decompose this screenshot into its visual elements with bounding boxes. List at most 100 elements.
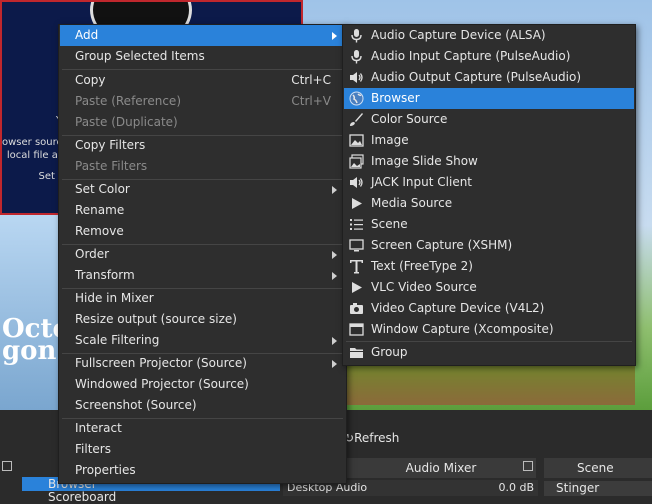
menu-item-label: Properties: [75, 463, 136, 477]
menu-item-interact[interactable]: Interact: [60, 418, 345, 439]
menu-item-label: Filters: [75, 442, 111, 456]
menu-item-filters[interactable]: Filters: [60, 439, 345, 460]
submenu-item-audio-output-pulse[interactable]: Audio Output Capture (PulseAudio): [344, 67, 634, 88]
submenu-item-label: JACK Input Client: [371, 175, 473, 189]
submenu-item-text-freetype[interactable]: Text (FreeType 2): [344, 256, 634, 277]
folder-icon: [350, 348, 363, 358]
source-item-scoreboard[interactable]: Scoreboard: [22, 490, 280, 504]
submenu-item-label: Color Source: [371, 112, 448, 126]
transition-select[interactable]: Stinger: [544, 481, 652, 496]
menu-item-windowed-projector[interactable]: Windowed Projector (Source): [60, 374, 345, 395]
menu-item-label: Group Selected Items: [75, 49, 205, 63]
refresh-button[interactable]: ↻Refresh: [344, 428, 399, 448]
submenu-item-media-source[interactable]: Media Source: [344, 193, 634, 214]
menu-item-hide-in-mixer[interactable]: Hide in Mixer: [60, 288, 345, 309]
submenu-item-browser[interactable]: Browser: [344, 88, 634, 109]
submenu-item-label: Group: [371, 345, 408, 359]
submenu-item-label: Text (FreeType 2): [371, 259, 473, 273]
submenu-item-vlc-video[interactable]: VLC Video Source: [344, 277, 634, 298]
menu-item-properties[interactable]: Properties: [60, 460, 345, 481]
microphone-icon: [351, 29, 362, 43]
window-icon: [349, 323, 364, 336]
submenu-item-color-source[interactable]: Color Source: [344, 109, 634, 130]
menu-item-scale-filtering[interactable]: Scale Filtering: [60, 330, 345, 351]
menu-item-label: Resize output (source size): [75, 312, 237, 326]
microphone-icon: [351, 50, 362, 64]
submenu-item-label: Audio Capture Device (ALSA): [371, 28, 546, 42]
camera-icon: [350, 303, 363, 314]
submenu-item-label: Scene: [371, 217, 408, 231]
menu-item-copy-filters[interactable]: Copy Filters: [60, 135, 345, 156]
submenu-item-audio-input-pulse[interactable]: Audio Input Capture (PulseAudio): [344, 46, 634, 67]
dock-float-icon[interactable]: [2, 461, 12, 471]
menu-item-label: Interact: [75, 421, 122, 435]
submenu-item-label: Video Capture Device (V4L2): [371, 301, 545, 315]
submenu-item-video-capture[interactable]: Video Capture Device (V4L2): [344, 298, 634, 319]
preview-text-line: Y: [2, 115, 62, 126]
submenu-item-screen-capture[interactable]: Screen Capture (XSHM): [344, 235, 634, 256]
chevron-right-icon: [332, 251, 337, 259]
audio-mixer-header: Audio Mixer: [346, 458, 536, 478]
preview-text-line: local file ar: [6, 150, 62, 161]
menu-item-label: Fullscreen Projector (Source): [75, 356, 247, 370]
refresh-label: Refresh: [354, 431, 400, 445]
menu-item-paste-reference: Paste (Reference) Ctrl+V: [60, 91, 345, 112]
menu-shortcut: Ctrl+V: [291, 94, 331, 108]
context-menu: Add Group Selected Items Copy Ctrl+C Past…: [58, 24, 347, 484]
brush-icon: [350, 113, 363, 126]
preview-text-line: owser source: [2, 137, 62, 148]
submenu-item-audio-capture-alsa[interactable]: Audio Capture Device (ALSA): [344, 25, 634, 46]
submenu-item-label: Media Source: [371, 196, 453, 210]
menu-item-label: Scale Filtering: [75, 333, 160, 347]
submenu-item-label: Screen Capture (XSHM): [371, 238, 513, 252]
add-submenu: Audio Capture Device (ALSA) Audio Input …: [342, 24, 636, 366]
globe-icon: [349, 91, 364, 106]
menu-item-order[interactable]: Order: [60, 244, 345, 265]
image-icon: [349, 134, 364, 147]
speaker-icon: [350, 177, 363, 188]
menu-item-add[interactable]: Add: [60, 25, 345, 46]
menu-item-copy[interactable]: Copy Ctrl+C: [60, 70, 345, 91]
menu-item-label: Transform: [75, 268, 135, 282]
menu-item-group-selected[interactable]: Group Selected Items: [60, 46, 345, 67]
submenu-item-image[interactable]: Image: [344, 130, 634, 151]
submenu-item-label: Audio Input Capture (PulseAudio): [371, 49, 571, 63]
monitor-icon: [349, 239, 364, 252]
menu-item-paste-duplicate: Paste (Duplicate): [60, 112, 345, 133]
menu-item-label: Paste (Duplicate): [75, 115, 178, 129]
menu-item-screenshot[interactable]: Screenshot (Source): [60, 395, 345, 416]
menu-item-label: Remove: [75, 224, 124, 238]
chevron-right-icon: [332, 186, 337, 194]
menu-item-transform[interactable]: Transform: [60, 265, 345, 286]
menu-item-rename[interactable]: Rename: [60, 200, 345, 221]
dock-float-icon[interactable]: [523, 461, 533, 471]
submenu-item-scene[interactable]: Scene: [344, 214, 634, 235]
chevron-right-icon: [332, 337, 337, 345]
menu-item-label: Paste (Reference): [75, 94, 181, 108]
speaker-icon: [350, 72, 363, 83]
desktop-audio-level: 0.0 dB: [498, 481, 534, 494]
submenu-item-window-capture[interactable]: Window Capture (Xcomposite): [344, 319, 634, 340]
menu-shortcut: Ctrl+C: [291, 73, 331, 87]
menu-item-remove[interactable]: Remove: [60, 221, 345, 242]
preview-text-line: Set t: [38, 171, 62, 182]
submenu-item-image-slide-show[interactable]: Image Slide Show: [344, 151, 634, 172]
chevron-right-icon: [332, 32, 337, 40]
submenu-item-label: VLC Video Source: [371, 280, 477, 294]
chevron-right-icon: [332, 360, 337, 368]
play-icon: [352, 282, 362, 293]
slideshow-icon: [349, 154, 364, 169]
play-icon: [352, 198, 362, 209]
submenu-item-label: Image Slide Show: [371, 154, 478, 168]
submenu-item-group[interactable]: Group: [344, 342, 634, 363]
menu-item-label: Paste Filters: [75, 159, 148, 173]
menu-item-resize-output[interactable]: Resize output (source size): [60, 309, 345, 330]
submenu-item-jack-input[interactable]: JACK Input Client: [344, 172, 634, 193]
menu-item-label: Add: [75, 28, 99, 42]
menu-item-set-color[interactable]: Set Color: [60, 179, 345, 200]
menu-item-label: Rename: [75, 203, 125, 217]
text-icon: [350, 260, 363, 274]
menu-item-label: Screenshot (Source): [75, 398, 197, 412]
menu-item-label: Copy: [75, 73, 106, 87]
menu-item-fullscreen-projector[interactable]: Fullscreen Projector (Source): [60, 353, 345, 374]
